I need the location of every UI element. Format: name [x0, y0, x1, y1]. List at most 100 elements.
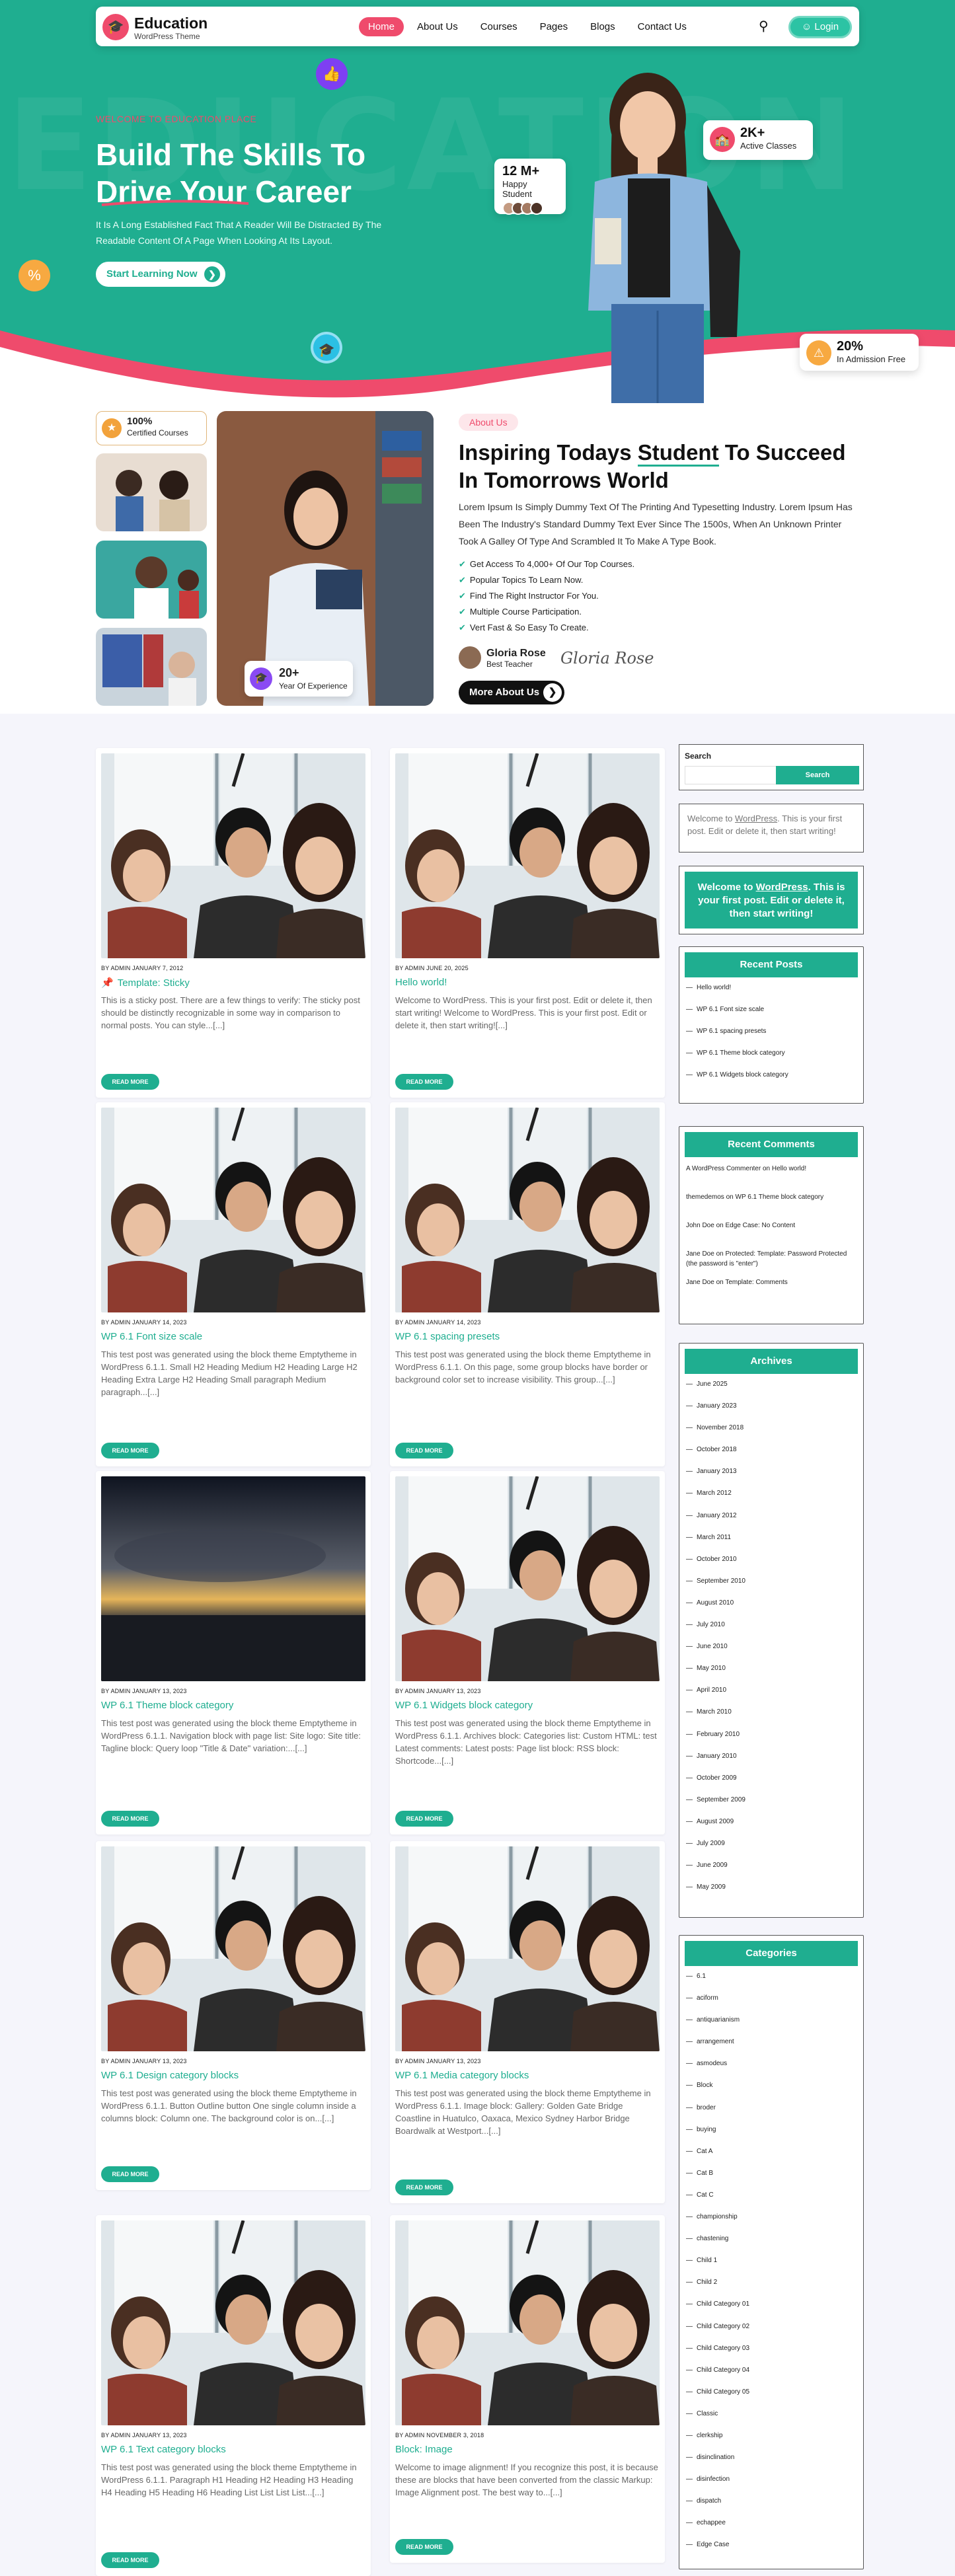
list-item[interactable]: — antiquarianism	[686, 2016, 749, 2038]
list-item[interactable]: — January 2023	[686, 1402, 745, 1424]
more-about-us-button[interactable]: More About Us ❯	[459, 681, 564, 704]
list-item[interactable]: — disinfection	[686, 2476, 749, 2497]
list-item[interactable]: — April 2010	[686, 1686, 745, 1708]
read-more-button[interactable]: READ MORE	[395, 1443, 453, 1458]
list-item[interactable]: — Hello world!	[686, 984, 788, 1006]
list-item[interactable]: — chastening	[686, 2235, 749, 2257]
list-item[interactable]: — January 2012	[686, 1512, 745, 1534]
list-item[interactable]: — Block	[686, 2082, 749, 2103]
read-more-button[interactable]: READ MORE	[395, 1811, 453, 1827]
list-item[interactable]: — June 2010	[686, 1643, 745, 1665]
read-more-button[interactable]: READ MORE	[101, 1811, 159, 1827]
comment-item[interactable]: John Doe on Edge Case: No Content	[686, 1221, 851, 1249]
list-item[interactable]: — Child 1	[686, 2257, 749, 2279]
post-image[interactable]	[101, 753, 365, 958]
list-item[interactable]: — September 2009	[686, 1796, 745, 1818]
post-image[interactable]	[395, 1476, 660, 1681]
read-more-button[interactable]: READ MORE	[395, 1074, 453, 1090]
list-item[interactable]: — echappee	[686, 2519, 749, 2541]
comment-item[interactable]: themedemos on WP 6.1 Theme block categor…	[686, 1192, 851, 1221]
post-title[interactable]: WP 6.1 Design category blocks	[101, 2070, 239, 2081]
list-item[interactable]: — broder	[686, 2104, 749, 2126]
post-title[interactable]: WP 6.1 spacing presets	[395, 1331, 500, 1342]
list-item[interactable]: — November 2018	[686, 1424, 745, 1446]
post-title[interactable]: WP 6.1 Theme block category	[101, 1700, 233, 1711]
list-item[interactable]: — WP 6.1 spacing presets	[686, 1028, 788, 1049]
search-icon[interactable]: ⚲	[759, 18, 769, 34]
list-item[interactable]: — March 2010	[686, 1708, 745, 1730]
list-item[interactable]: — arrangement	[686, 2038, 749, 2060]
list-item[interactable]: — Child Category 03	[686, 2345, 749, 2367]
list-item[interactable]: — May 2009	[686, 1883, 745, 1905]
list-item[interactable]: — May 2010	[686, 1665, 745, 1686]
nav-item-pages[interactable]: Pages	[531, 17, 578, 36]
comment-item[interactable]: Jane Doe on Template: Comments	[686, 1277, 851, 1306]
list-item[interactable]: — WP 6.1 Theme block category	[686, 1049, 788, 1071]
post-title[interactable]: Hello world!	[395, 977, 447, 988]
list-item[interactable]: — Child Category 05	[686, 2388, 749, 2410]
post-image[interactable]	[395, 2220, 660, 2425]
post-image[interactable]	[101, 1108, 365, 1312]
list-item[interactable]: — clerkship	[686, 2432, 749, 2454]
post-image[interactable]	[395, 753, 660, 958]
post-image[interactable]	[395, 1846, 660, 2051]
post-title[interactable]: WP 6.1 Media category blocks	[395, 2070, 529, 2081]
post-title[interactable]: WP 6.1 Text category blocks	[101, 2444, 226, 2455]
logo-title[interactable]: Education	[134, 15, 208, 32]
nav-item-contact-us[interactable]: Contact Us	[629, 17, 696, 36]
list-item[interactable]: — July 2009	[686, 1840, 745, 1862]
list-item[interactable]: — dispatch	[686, 2497, 749, 2519]
list-item[interactable]: — Child Category 02	[686, 2323, 749, 2345]
list-item[interactable]: — July 2010	[686, 1621, 745, 1643]
nav-item-about-us[interactable]: About Us	[408, 17, 467, 36]
list-item[interactable]: — Cat A	[686, 2148, 749, 2170]
list-item[interactable]: — championship	[686, 2213, 749, 2235]
nav-item-home[interactable]: Home	[359, 17, 404, 36]
read-more-button[interactable]: READ MORE	[101, 1443, 159, 1458]
comment-item[interactable]: Jane Doe on Protected: Template: Passwor…	[686, 1249, 851, 1277]
nav-item-courses[interactable]: Courses	[471, 17, 527, 36]
list-item[interactable]: — WP 6.1 Font size scale	[686, 1006, 788, 1028]
read-more-button[interactable]: READ MORE	[395, 2179, 453, 2195]
logo-icon[interactable]: 🎓	[102, 14, 129, 40]
read-more-button[interactable]: READ MORE	[101, 1074, 159, 1090]
list-item[interactable]: — Cat C	[686, 2191, 749, 2213]
list-item[interactable]: — October 2018	[686, 1446, 745, 1468]
list-item[interactable]: — WP 6.1 Widgets block category	[686, 1071, 788, 1093]
list-item[interactable]: — Edge Case	[686, 2541, 749, 2563]
wordpress-link[interactable]: WordPress	[735, 814, 777, 823]
list-item[interactable]: — February 2010	[686, 1731, 745, 1753]
list-item[interactable]: — Cat B	[686, 2170, 749, 2191]
list-item[interactable]: — September 2010	[686, 1577, 745, 1599]
nav-item-blogs[interactable]: Blogs	[581, 17, 625, 36]
list-item[interactable]: — June 2009	[686, 1862, 745, 1883]
start-learning-button[interactable]: Start Learning Now ❯	[96, 262, 225, 287]
list-item[interactable]: —6.1	[686, 1973, 749, 1994]
list-item[interactable]: — asmodeus	[686, 2060, 749, 2082]
list-item[interactable]: — August 2009	[686, 1818, 745, 1840]
wordpress-link[interactable]: WordPress	[756, 882, 808, 893]
post-image[interactable]	[101, 1476, 365, 1681]
list-item[interactable]: — Child Category 01	[686, 2300, 749, 2322]
post-title[interactable]: 📌 Template: Sticky	[101, 977, 190, 989]
post-title[interactable]: WP 6.1 Widgets block category	[395, 1700, 533, 1711]
post-image[interactable]	[395, 1108, 660, 1312]
list-item[interactable]: — Child Category 04	[686, 2367, 749, 2388]
list-item[interactable]: — March 2012	[686, 1490, 745, 1511]
post-title[interactable]: Block: Image	[395, 2444, 453, 2455]
search-input[interactable]	[685, 766, 784, 784]
list-item[interactable]: — March 2011	[686, 1534, 745, 1556]
list-item[interactable]: — buying	[686, 2126, 749, 2148]
list-item[interactable]: — Classic	[686, 2410, 749, 2432]
search-button[interactable]: Search	[776, 766, 859, 784]
list-item[interactable]: — January 2013	[686, 1468, 745, 1490]
post-image[interactable]	[101, 2220, 365, 2425]
read-more-button[interactable]: READ MORE	[395, 2539, 453, 2555]
list-item[interactable]: — disinclination	[686, 2454, 749, 2476]
post-title[interactable]: WP 6.1 Font size scale	[101, 1331, 202, 1342]
list-item[interactable]: — aciform	[686, 1994, 749, 2016]
list-item[interactable]: — October 2009	[686, 1774, 745, 1796]
list-item[interactable]: — October 2010	[686, 1556, 745, 1577]
list-item[interactable]: — Child 2	[686, 2279, 749, 2300]
comment-item[interactable]: A WordPress Commenter on Hello world!	[686, 1164, 851, 1192]
